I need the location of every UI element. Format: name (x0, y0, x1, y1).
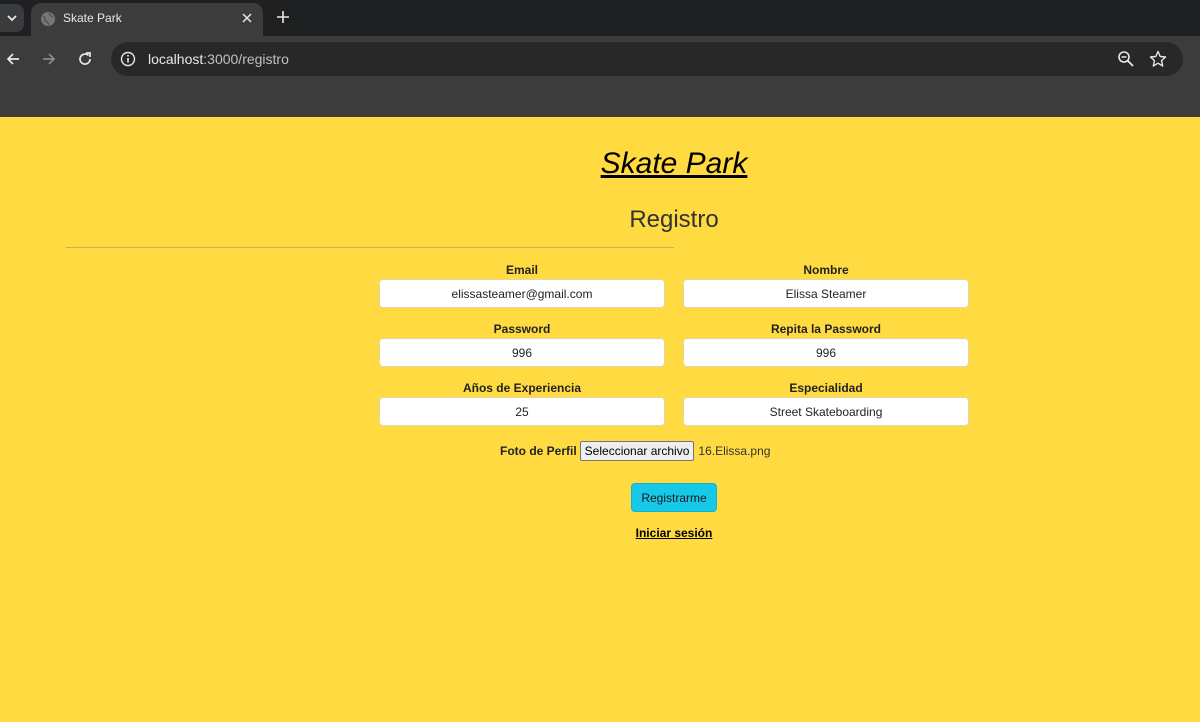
tab-title: Skate Park (63, 11, 122, 25)
repeat-password-field[interactable] (683, 338, 969, 367)
back-button[interactable] (1, 47, 25, 71)
new-tab-button[interactable] (272, 6, 294, 28)
forward-button[interactable] (37, 47, 61, 71)
photo-label: Foto de Perfil (500, 444, 577, 458)
login-link: Iniciar sesión (0, 526, 1200, 540)
browser-toolbar: localhost:3000/registro (0, 36, 1200, 82)
tab-bar: Skate Park (0, 0, 1200, 36)
specialty-field[interactable] (683, 397, 969, 426)
email-label: Email (505, 263, 538, 277)
nombre-field[interactable] (683, 279, 969, 308)
email-field[interactable] (379, 279, 665, 308)
register-button[interactable]: Registrarme (631, 483, 717, 512)
nombre-label: Nombre (803, 263, 849, 277)
browser-tab[interactable]: Skate Park (31, 3, 263, 36)
divider (66, 247, 674, 248)
page-heading: Registro (629, 206, 719, 233)
tab-search-button[interactable] (0, 4, 24, 32)
globe-icon (41, 12, 55, 26)
chevron-down-icon (7, 15, 17, 22)
password-label: Password (493, 322, 551, 336)
page-content: Skate Park Registro Email Nombre Passwor… (0, 117, 1200, 722)
bookmarks-bar (0, 82, 1200, 117)
plus-icon (277, 11, 289, 23)
login-link-text[interactable]: Iniciar sesión (636, 526, 713, 540)
experience-field[interactable] (379, 397, 665, 426)
close-icon (242, 13, 252, 23)
choose-file-button[interactable]: Seleccionar archivo (579, 441, 695, 461)
experience-label: Años de Experiencia (462, 381, 582, 395)
back-arrow-icon (6, 53, 19, 65)
specialty-label: Especialidad (789, 381, 863, 395)
forward-arrow-icon (43, 53, 56, 65)
close-tab-button[interactable] (238, 9, 256, 27)
url-path: :3000/registro (203, 51, 289, 67)
info-icon[interactable] (120, 51, 136, 67)
address-bar[interactable]: localhost:3000/registro (111, 42, 1183, 76)
reload-button[interactable] (73, 47, 97, 71)
password-field[interactable] (379, 338, 665, 367)
repeat-password-label: Repita la Password (770, 322, 882, 336)
zoom-icon[interactable] (1117, 50, 1135, 68)
url-text: localhost:3000/registro (148, 51, 289, 67)
photo-row: Foto de Perfil Seleccionar archivo 16.El… (500, 440, 770, 462)
reload-icon (79, 52, 91, 65)
file-name: 16.Elissa.png (698, 444, 771, 458)
site-title: Skate Park (600, 147, 748, 180)
url-host: localhost (148, 51, 204, 67)
star-icon[interactable] (1149, 50, 1167, 68)
